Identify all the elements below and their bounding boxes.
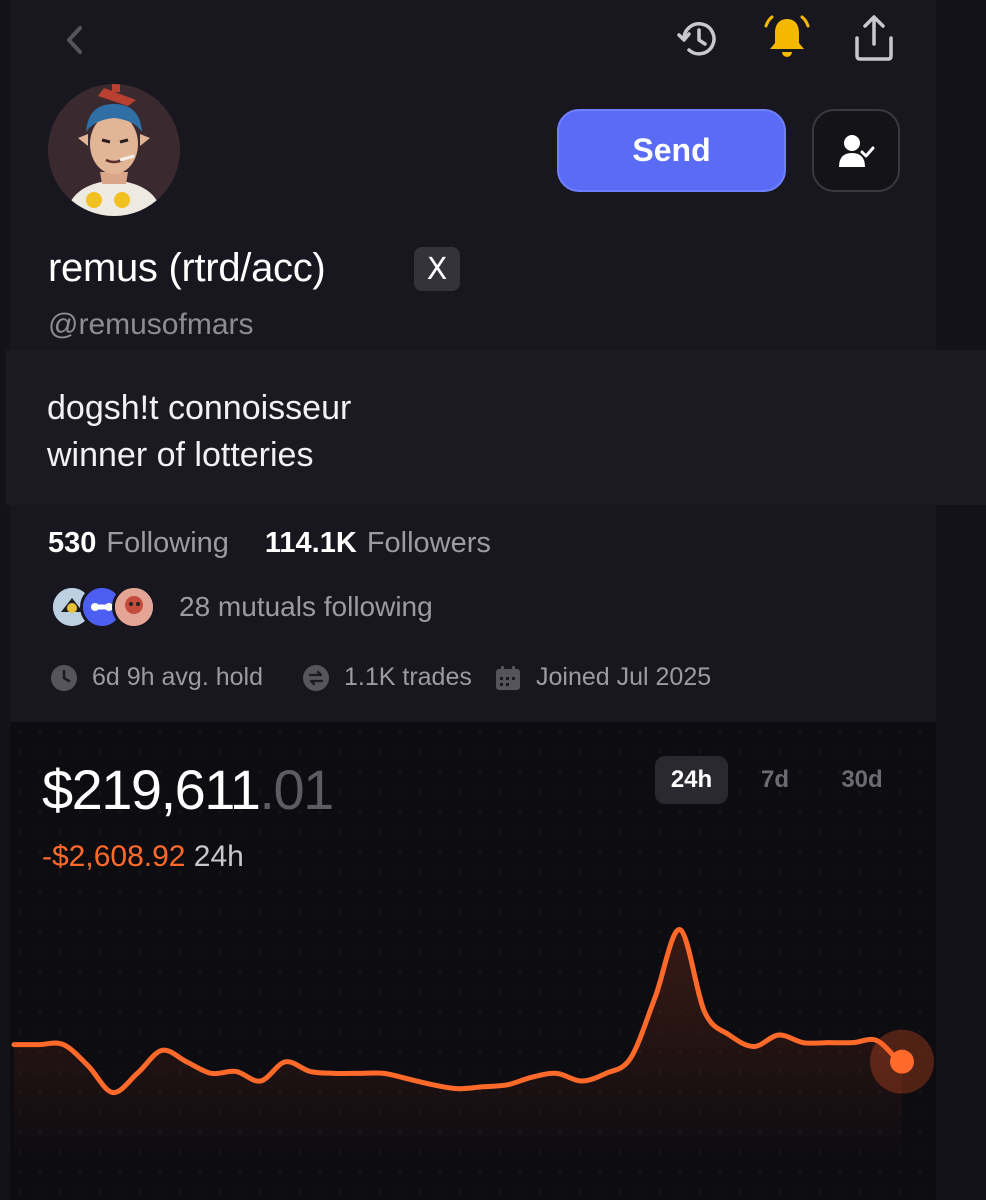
handle: @remusofmars	[48, 308, 254, 341]
trades-text: 1.1K trades	[344, 663, 472, 691]
change-amount: -$2,608.92	[42, 840, 186, 873]
portfolio-value: $219,611.01	[42, 757, 334, 822]
history-icon	[677, 22, 716, 56]
joined-text: Joined Jul 2025	[536, 663, 712, 691]
bio-line-1: dogsh!t connoisseur	[47, 389, 352, 427]
avg-hold-text: 6d 9h avg. hold	[92, 663, 263, 691]
bell-icon	[764, 15, 810, 57]
portfolio-value-cents: .01	[259, 758, 334, 821]
notification-button[interactable]	[762, 12, 812, 64]
follow-stats: 530 Following 114.1K Followers	[48, 527, 491, 560]
avatar[interactable]	[48, 84, 180, 216]
clock-icon	[51, 664, 77, 691]
avatar-illustration	[48, 84, 180, 216]
mutuals-text[interactable]: 28 mutuals following	[179, 591, 433, 623]
share-icon	[855, 15, 893, 61]
follow-button[interactable]	[812, 109, 900, 192]
x-badge[interactable]: X	[414, 247, 460, 291]
chart-endpoint[interactable]	[890, 1049, 914, 1074]
share-button[interactable]	[850, 12, 898, 64]
avg-hold: 6d 9h avg. hold	[50, 663, 263, 692]
trades: 1.1K trades	[302, 663, 472, 692]
swap-icon	[303, 664, 329, 691]
back-button[interactable]	[56, 22, 92, 58]
bio-line-2: winner of lotteries	[47, 436, 314, 474]
portfolio-chart	[11, 927, 934, 1160]
change-period: 24h	[193, 840, 244, 873]
display-name: remus (rtrd/acc)	[48, 246, 326, 290]
user-check-icon	[839, 134, 875, 167]
range-tab-7d[interactable]: 7d	[740, 756, 810, 804]
send-button[interactable]: Send	[557, 109, 786, 192]
x-icon: X	[426, 251, 448, 287]
following-label[interactable]: Following	[106, 527, 229, 560]
calendar-icon	[496, 665, 520, 690]
range-tab-30d[interactable]: 30d	[822, 756, 902, 804]
following-count: 530	[48, 527, 97, 559]
followers-label[interactable]: Followers	[367, 527, 491, 560]
chevron-left-icon	[67, 26, 82, 54]
mutual-avatars[interactable]	[50, 585, 170, 629]
chart-area	[14, 929, 902, 1160]
range-tab-24h[interactable]: 24h	[655, 756, 728, 804]
mutual-avatar	[112, 585, 156, 629]
joined: Joined Jul 2025	[494, 663, 711, 692]
history-button[interactable]	[674, 14, 722, 64]
portfolio-value-whole: $219,611	[42, 758, 261, 821]
followers-count: 114.1K	[264, 527, 357, 559]
portfolio-change: -$2,608.92 24h	[42, 840, 244, 874]
